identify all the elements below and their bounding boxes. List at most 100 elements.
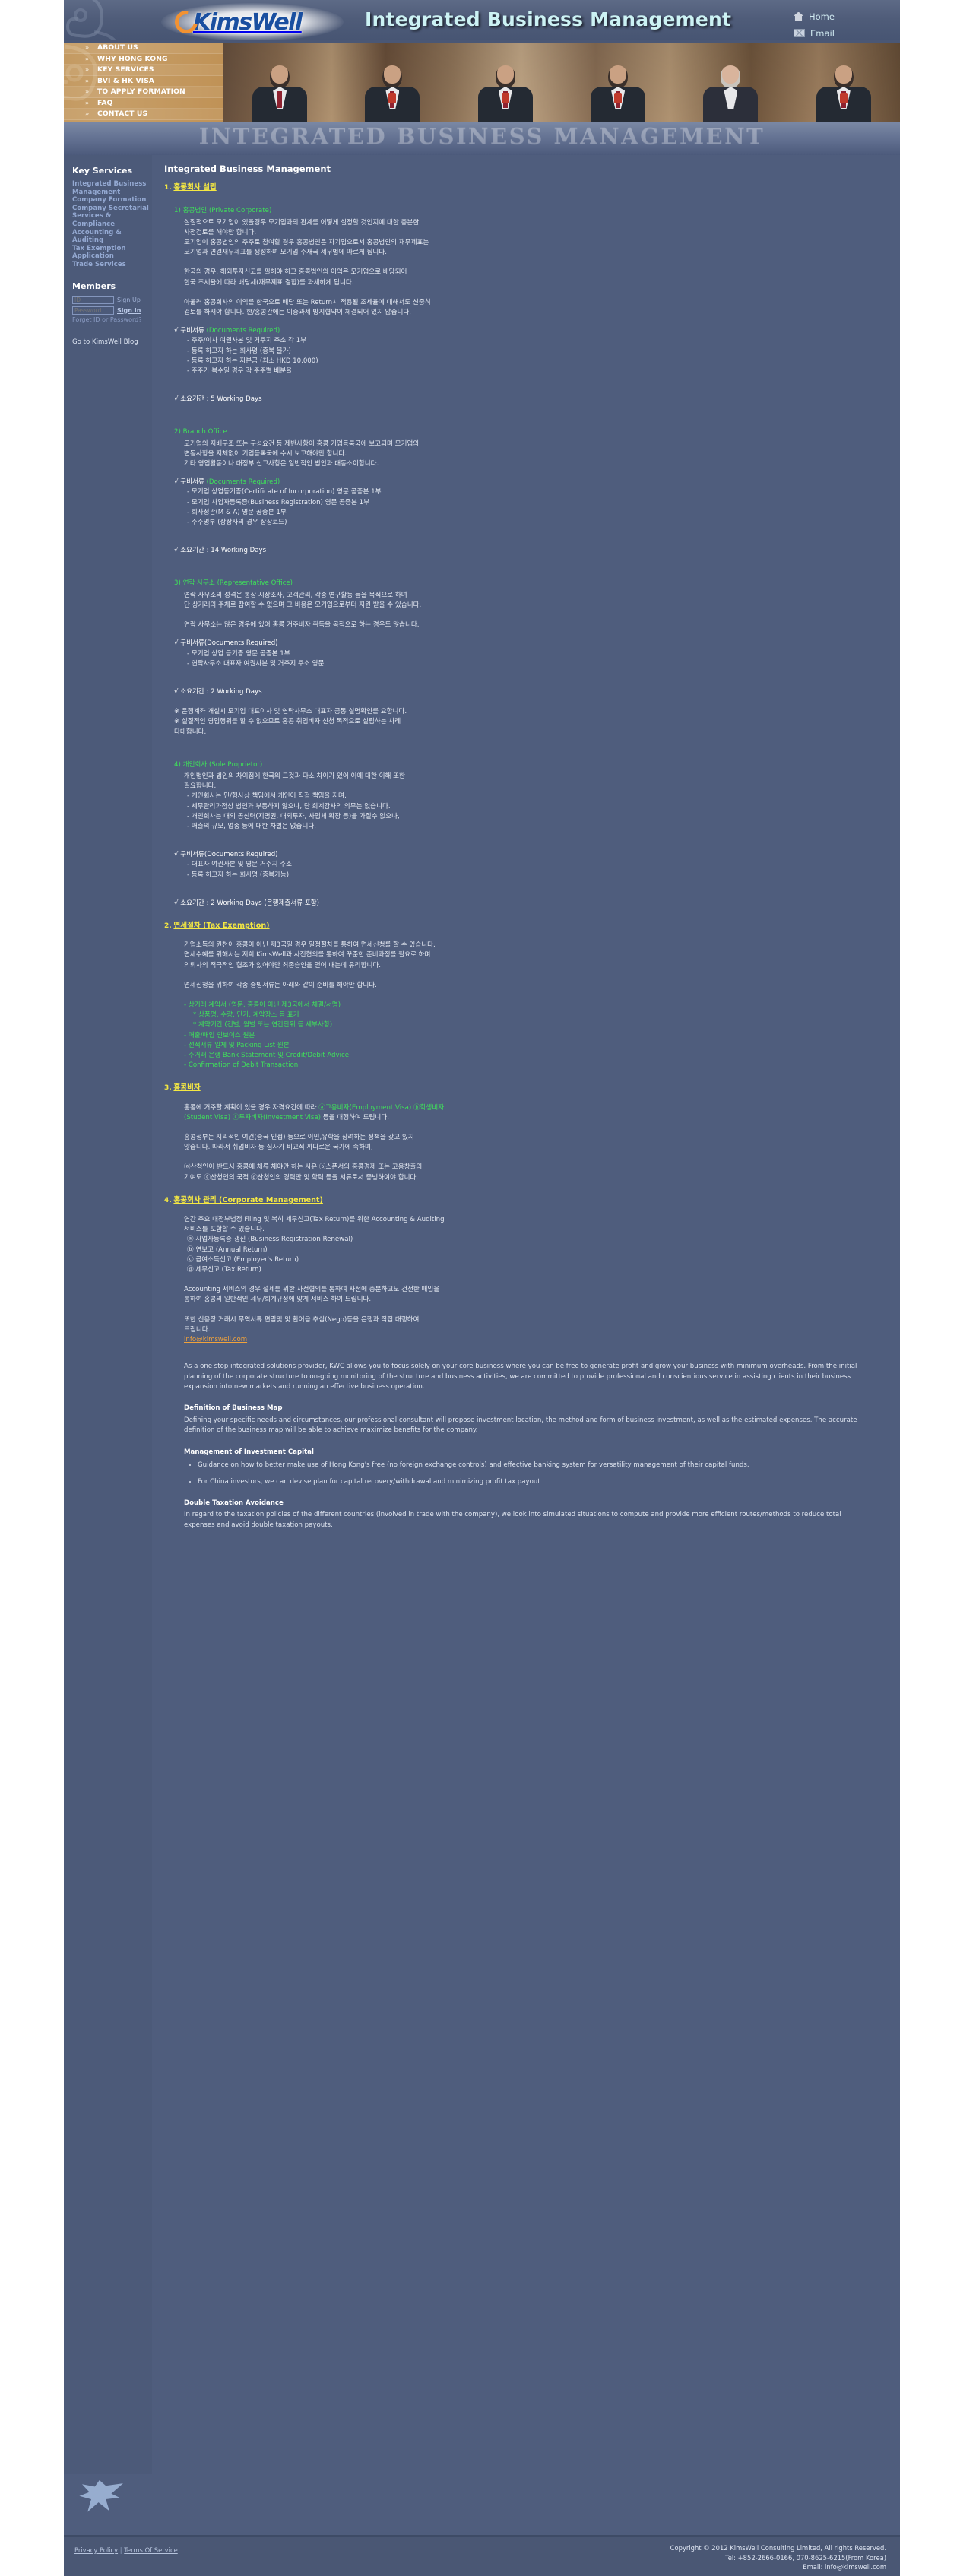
- paragraph-line: Accounting 서비스의 경우 절세를 위한 사전협의를 통하여 사전에 …: [184, 1286, 440, 1294]
- page-root: KimsWell Integrated Business Management …: [0, 0, 960, 2576]
- subsection-1-4-number: 4): [174, 760, 181, 769]
- paragraph-line: 통하여 홍콩의 일반적인 세무/회계규정에 맞게 서비스 하여 드립니다.: [184, 1296, 372, 1304]
- paragraph-line: 홍콩에 거주할 계획이 있을 경우 자격요건에 따라 ⓐ고용비자(Employm…: [164, 1103, 880, 1113]
- subsection-1-2-english: Branch Office: [182, 428, 227, 436]
- footer-separator: |: [119, 2546, 122, 2554]
- paragraph-line: 모기업과 연결재무제표를 생성하며 모기업 주재국 세무법에 따르게 됩니다.: [184, 249, 387, 257]
- contact-email-link[interactable]: info@kimswell.com: [164, 1336, 247, 1344]
- sign-up-link[interactable]: Sign Up: [117, 297, 141, 303]
- subsection-1-1-english: (Private Corporate): [208, 207, 272, 215]
- nav-item-bvi-hk-visa[interactable]: » BVI & HK VISA: [64, 76, 223, 87]
- bird-decoration-area: [64, 2474, 900, 2535]
- list-item: - 주주명부 (상장사의 경우 상장코드): [187, 519, 287, 527]
- section-2-title[interactable]: 면세절차 (Tax Exemption): [173, 922, 269, 930]
- list-item: - 매출/매입 인보이스 원본: [184, 1031, 255, 1039]
- documents-required-heading: √ 구비서류(Documents Required): [174, 639, 278, 648]
- sidebar-item-services-compliance[interactable]: Services & Compliance: [72, 212, 152, 228]
- footer-company-info: Copyright © 2012 KimsWell Consulting Lim…: [670, 2543, 886, 2572]
- list-item: - 주주/이사 여권사본 및 거주지 주소 각 1부: [187, 337, 307, 345]
- list-item: - 등록 하고자 하는 자본금 (최소 HKD 10,000): [187, 357, 318, 365]
- main-content: Integrated Business Management 1. 홍콩회사 설…: [152, 155, 900, 2474]
- sidebar-item-integrated-business[interactable]: Integrated Business: [72, 180, 152, 189]
- sidebar-item-management[interactable]: Management: [72, 189, 152, 197]
- subsection-1-1-korean: 홍콩법인: [182, 207, 208, 215]
- paragraph-line: (Student Visa) ⓒ투자비자(Investment Visa) 등을…: [164, 1113, 880, 1123]
- member-password-input[interactable]: [72, 306, 114, 315]
- list-item: - Confirmation of Debit Transaction: [184, 1061, 299, 1070]
- list-item: ⓑ 연보고 (Annual Return): [187, 1245, 268, 1254]
- paragraph-line: 면세수혜를 위해서는 저희 KimsWell과 사전협의를 통하여 꾸준한 준비…: [184, 951, 431, 960]
- terms-of-service-link[interactable]: Terms Of Service: [124, 2546, 177, 2554]
- subsection-1-4-heading: 4) 개인회사 (Sole Proprietor): [164, 760, 880, 770]
- subsection-1-3-korean: 연락 사무소: [182, 579, 215, 588]
- site-logo[interactable]: KimsWell: [170, 6, 303, 38]
- documents-required-heading: √ 구비서류(Documents Required): [174, 851, 278, 859]
- paragraph-line: 홍콩정부는 지리적인 여건(중국 인접) 등으로 이민,유학을 장려하는 정책을…: [184, 1134, 414, 1141]
- nav-item-faq-label: FAQ: [97, 98, 113, 107]
- chevron-right-icon: »: [85, 44, 89, 52]
- section-1-title[interactable]: 홍콩회사 설립: [173, 183, 216, 192]
- documents-required-heading: √ 구비서류 (Documents Required): [164, 477, 880, 487]
- paragraph-line: 연락 사무소는 많은 경우에 있어 홍콩 거주비자 취득을 목적으로 하는 경우…: [184, 621, 420, 630]
- list-item: * 계약기간 (건별, 월별 또는 연간단위 등 세부사항): [193, 1021, 333, 1029]
- nav-item-faq[interactable]: » FAQ: [64, 98, 223, 109]
- paragraph-line: 연락 사무소의 성격은 통상 시장조사, 고객관리, 각종 연구활동 등을 목적…: [184, 591, 407, 599]
- hero-person: [562, 62, 674, 122]
- subsection-1-4-korean: 개인회사: [182, 760, 208, 769]
- visa-types-2: (Student Visa) ⓒ투자비자(Investment Visa): [184, 1113, 321, 1121]
- nav-item-contact-us[interactable]: » CONTACT US: [64, 109, 223, 120]
- subsection-1-2-heading: 2) Branch Office: [164, 427, 880, 437]
- bird-icon: [79, 2480, 123, 2512]
- english-heading-double-taxation: Double Taxation Avoidance: [184, 1499, 284, 1507]
- nav-item-key-services[interactable]: » KEY SERVICES: [64, 65, 223, 76]
- nav-item-bvi-hk-visa-label: BVI & HK VISA: [97, 76, 155, 85]
- member-id-input[interactable]: [72, 295, 114, 304]
- paragraph-line: 모기업의 지배구조 또는 구성요건 등 제반사항이 홍콩 기업등록국에 보고되며…: [184, 439, 420, 448]
- hero-person: [449, 62, 562, 122]
- documents-required-english: (Documents Required): [206, 327, 280, 335]
- list-item: ⓒ 급여소득신고 (Employer's Return): [187, 1255, 299, 1264]
- paragraph-line: 면세신청을 위하여 각종 증빙서류는 아래와 같이 준비를 해야만 합니다.: [184, 981, 377, 989]
- section-4-title[interactable]: 홍콩회사 관리 (Corporate Management): [173, 1196, 322, 1204]
- nav-item-to-apply-formation-label: TO APPLY FORMATION: [97, 87, 185, 97]
- documents-required-heading: √ 구비서류 (Documents Required): [164, 326, 880, 336]
- email-link[interactable]: Email: [794, 26, 885, 40]
- sidebar-item-company-formation[interactable]: Company Formation: [72, 196, 152, 205]
- hero-photo: [223, 43, 900, 122]
- nav-item-to-apply-formation[interactable]: » TO APPLY FORMATION: [64, 87, 223, 98]
- blog-link[interactable]: Go to KimsWell Blog: [72, 338, 152, 346]
- duration-line: √ 소요기간 : 2 Working Days (은행제출서류 포함): [174, 899, 320, 907]
- chevron-right-icon: »: [85, 110, 89, 118]
- list-item: For China investors, we can devise plan …: [198, 1477, 873, 1487]
- footer-copyright: Copyright © 2012 KimsWell Consulting Lim…: [670, 2544, 886, 2552]
- nav-item-why-hong-kong[interactable]: » WHY HONG KONG: [64, 54, 223, 65]
- list-item: - 대표자 여권사본 및 영문 거주지 주소: [187, 861, 293, 869]
- section-3-title[interactable]: 홍콩비자: [173, 1083, 200, 1092]
- logo-text: KimsWell: [193, 8, 303, 36]
- list-item: - 연락사무소 대표자 여권사본 및 거주지 주소 영문: [187, 659, 325, 668]
- section-3-number: 3.: [164, 1084, 172, 1093]
- privacy-policy-link[interactable]: Privacy Policy: [74, 2546, 118, 2554]
- nav-item-about-us[interactable]: » ABOUT US: [64, 43, 223, 54]
- subsection-1-1-number: 1): [174, 207, 181, 215]
- english-content-block: As a one stop integrated solutions provi…: [164, 1362, 880, 1531]
- sign-in-button[interactable]: Sign In: [117, 307, 141, 314]
- list-item: - 선적서류 일체 및 Packing List 원본: [184, 1041, 290, 1049]
- home-link[interactable]: Home: [794, 9, 885, 24]
- paragraph-line: 기업소득의 원천이 홍콩이 아닌 제3국일 경우 일정절차를 통하여 면세신청를…: [184, 941, 436, 950]
- sidebar-item-accounting-auditing[interactable]: Accounting & Auditing: [72, 229, 152, 245]
- list-item: - 등록 하고자 하는 회사명 (중복가능): [187, 871, 290, 879]
- sidebar-item-tax-exemption-application[interactable]: Tax Exemption Application: [72, 245, 152, 261]
- duration-line: √ 소요기간 : 5 Working Days: [174, 395, 262, 404]
- member-password-row: Sign In: [72, 306, 152, 315]
- sidebar-item-company-secretarial[interactable]: Company Secretarial: [72, 205, 152, 213]
- duration-line: √ 소요기간 : 2 Working Days: [174, 687, 262, 696]
- sidebar-item-trade-services[interactable]: Trade Services: [72, 261, 152, 269]
- paragraph-line: 또한 신용장 거래시 무역서류 편람및 및 환어음 추심(Nego)등을 은행과…: [184, 1315, 420, 1324]
- paragraph-line: 아울러 홍콩회사의 이익를 한국으로 배당 또는 Return시 적용될 조세율…: [184, 298, 431, 306]
- section-2-number: 2.: [164, 922, 172, 930]
- forget-credentials-link[interactable]: Forget ID or Password?: [72, 316, 152, 323]
- paragraph-line: 연간 주요 대정부법정 Filing 및 복히 세무신고(Tax Return)…: [184, 1216, 445, 1224]
- chevron-right-icon: »: [85, 55, 89, 62]
- home-icon: [794, 11, 803, 21]
